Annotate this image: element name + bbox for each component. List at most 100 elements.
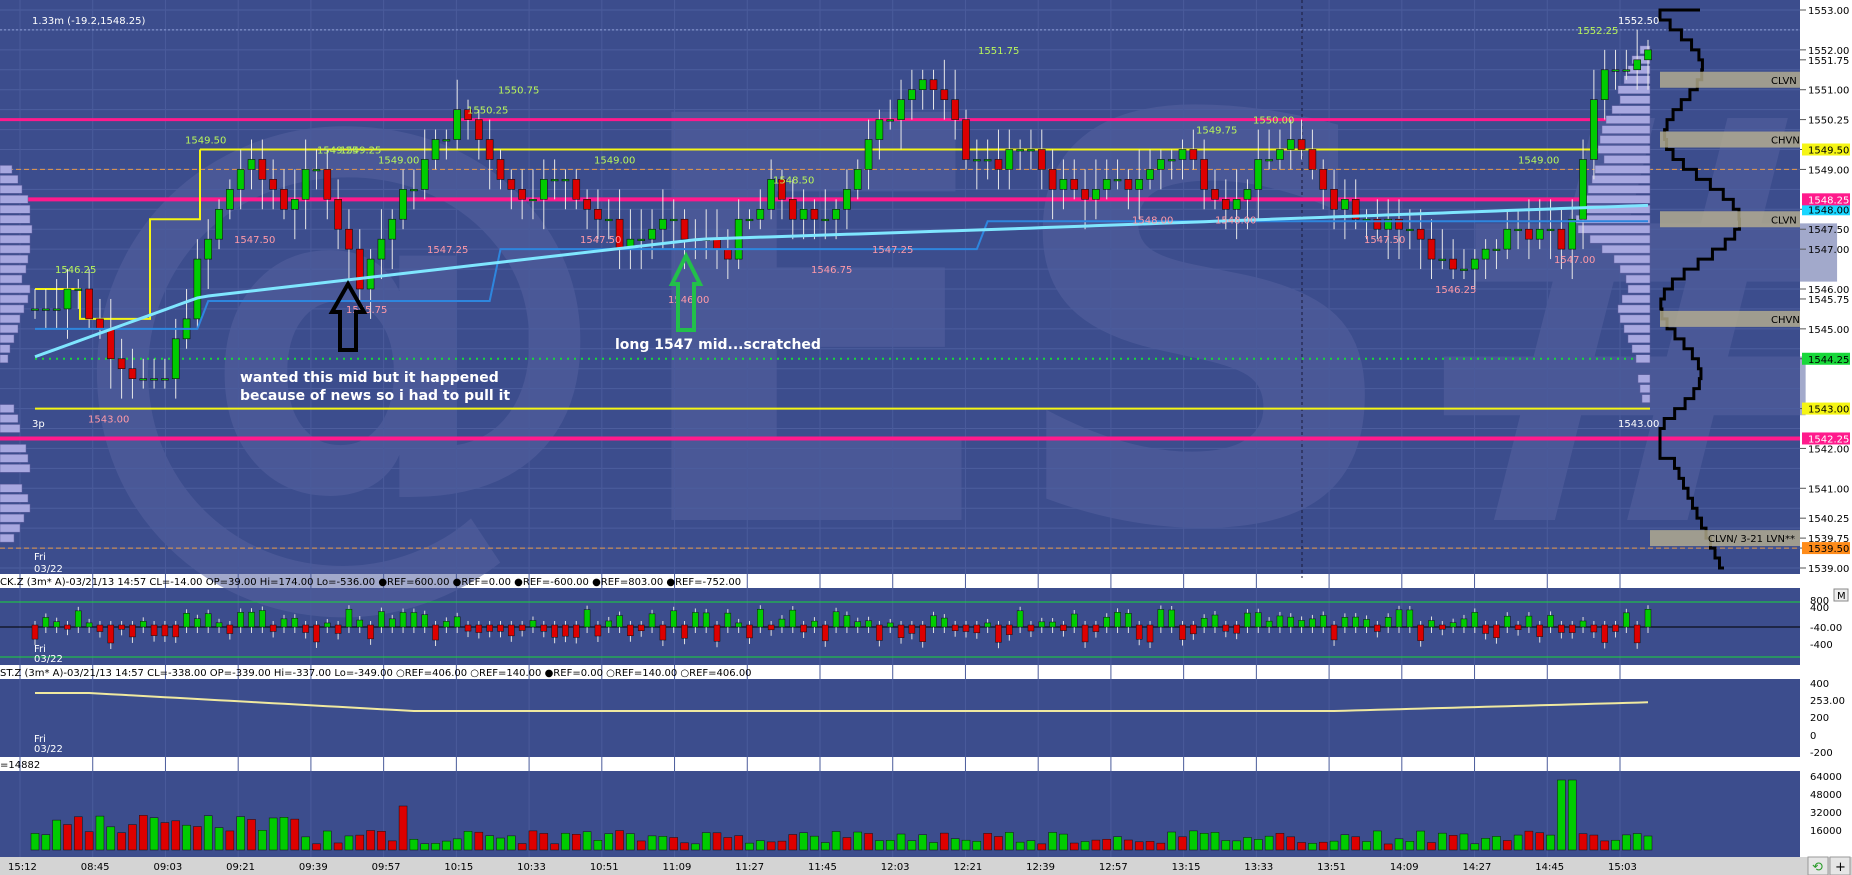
right-profile-bar-6: [1611, 105, 1651, 114]
volume-bar-131: [1448, 835, 1458, 851]
delta-bar-112: [1244, 612, 1251, 628]
candle-body-48: [550, 179, 559, 182]
price-label-6: 1549.00: [1808, 165, 1849, 176]
candle-body-111: [1232, 199, 1241, 210]
price-tag-2: 1548.00: [1808, 205, 1849, 216]
delta-bar-19: [237, 612, 244, 628]
panel2-axis-label-1: 400: [1810, 603, 1829, 614]
candle-body-110: [1222, 199, 1230, 210]
swing-high-label-3: 1549.25: [340, 145, 381, 156]
swing-low-label-1: 1547.50: [234, 235, 275, 246]
delta-bar-62: [702, 612, 710, 628]
volume-bar-124: [1373, 830, 1382, 851]
candle-body-63: [713, 238, 721, 250]
delta-bar-147: [1623, 612, 1630, 628]
volume-bar-7: [106, 826, 116, 851]
time-label-18: 13:51: [1317, 862, 1346, 873]
delta-bar-44: [508, 624, 515, 637]
time-label-0: 15:12: [8, 862, 37, 873]
swing-low-label-6: 1546.75: [811, 265, 852, 276]
volume-bar-147: [1622, 834, 1631, 851]
delta-bar-33: [388, 618, 396, 628]
volume-bar-99: [1102, 838, 1111, 851]
candle-body-59: [669, 218, 678, 222]
delta-bar-81: [908, 624, 916, 634]
swing-low-label-10: 1547.50: [1364, 235, 1405, 246]
delta-bar-89: [995, 624, 1002, 643]
candle-body-103: [1146, 169, 1154, 180]
candle-body-28: [334, 199, 342, 230]
candle-body-42: [485, 139, 494, 160]
delta-bar-114: [1265, 620, 1273, 628]
candle-body-16: [204, 238, 213, 260]
volume-bar-114: [1264, 835, 1274, 851]
delta-bar-110: [1222, 624, 1230, 632]
delta-bar-32: [378, 611, 385, 628]
volume-bar-130: [1438, 832, 1447, 851]
candle-body-47: [539, 179, 548, 200]
candle-body-49: [561, 179, 570, 182]
candle-body-142: [1568, 218, 1577, 250]
candle-body-106: [1178, 149, 1187, 160]
time-label-13: 12:21: [953, 862, 982, 873]
delta-bar-31: [367, 624, 374, 640]
chart-canvas[interactable]: @ES# CLVN CHVN CLVN CHVN CLVN/ 3-21 LVN** 15…: [0, 0, 1852, 875]
volume-bar-109: [1210, 832, 1220, 851]
volume-bar-145: [1600, 840, 1609, 851]
note-line1: wanted this mid but it happened: [240, 370, 499, 386]
candle-body-87: [973, 159, 981, 162]
volume-bar-92: [1026, 840, 1036, 851]
candle-body-138: [1525, 228, 1533, 240]
delta-bar-131: [1449, 622, 1457, 628]
candle-body-148: [1633, 59, 1641, 71]
volume-bar-127: [1405, 841, 1415, 851]
volume-bar-133: [1470, 843, 1480, 851]
volume-bar-9: [128, 824, 137, 851]
delta-bar-90: [1006, 624, 1013, 635]
delta-bar-107: [1190, 624, 1197, 635]
delta-bar-9: [129, 624, 136, 638]
delta-bar-12: [161, 624, 169, 637]
volume-bar-49: [561, 832, 570, 851]
candle-body-74: [832, 208, 840, 220]
candle-body-127: [1406, 228, 1414, 232]
candle-body-120: [1330, 189, 1338, 210]
left-profile-bar-4: [0, 205, 31, 214]
delta-bar-102: [1135, 624, 1143, 640]
volume-bar-31: [366, 830, 375, 851]
volume-bar-17: [214, 827, 224, 851]
candle-body-86: [962, 119, 970, 160]
volume-bar-108: [1199, 833, 1209, 851]
volume-bar-1: [41, 834, 51, 851]
delta-bar-87: [973, 624, 981, 634]
candle-body-130: [1438, 258, 1447, 261]
candle-body-15: [193, 258, 202, 320]
candle-body-88: [983, 159, 992, 162]
right-profile-bar-19: [1589, 234, 1651, 244]
swing-high-label-13: 1552.25: [1577, 26, 1618, 37]
candle-body-77: [864, 139, 873, 170]
candle-body-35: [410, 189, 418, 192]
candle-body-118: [1308, 149, 1317, 170]
volume-bar-14: [182, 824, 191, 851]
volume-bar-54: [615, 830, 624, 851]
delta-bar-138: [1525, 615, 1533, 628]
volume-bar-58: [658, 836, 668, 851]
volume-bar-111: [1232, 840, 1241, 851]
volume-bar-59: [669, 837, 678, 851]
delta-bar-34: [399, 612, 407, 628]
price-label-4: 1550.25: [1808, 116, 1849, 127]
volume-bar-138: [1524, 830, 1534, 851]
right-profile-bar-7: [1605, 115, 1651, 124]
candle-body-18: [226, 189, 234, 210]
right-profile-bar-24: [1627, 284, 1651, 294]
panel2-header: CK.Z (3m* A)-03/21/13 14:57 CL=-14.00 OP…: [0, 577, 741, 588]
volume-bar-82: [918, 834, 927, 851]
right-profile-bar-5: [1619, 95, 1651, 104]
delta-bar-0: [31, 624, 39, 640]
candle-body-132: [1460, 268, 1468, 271]
volume-bar-103: [1145, 841, 1155, 851]
profile-tag-0: CLVN: [1771, 76, 1797, 87]
candle-body-117: [1297, 139, 1306, 150]
delta-bar-93: [1038, 621, 1046, 628]
